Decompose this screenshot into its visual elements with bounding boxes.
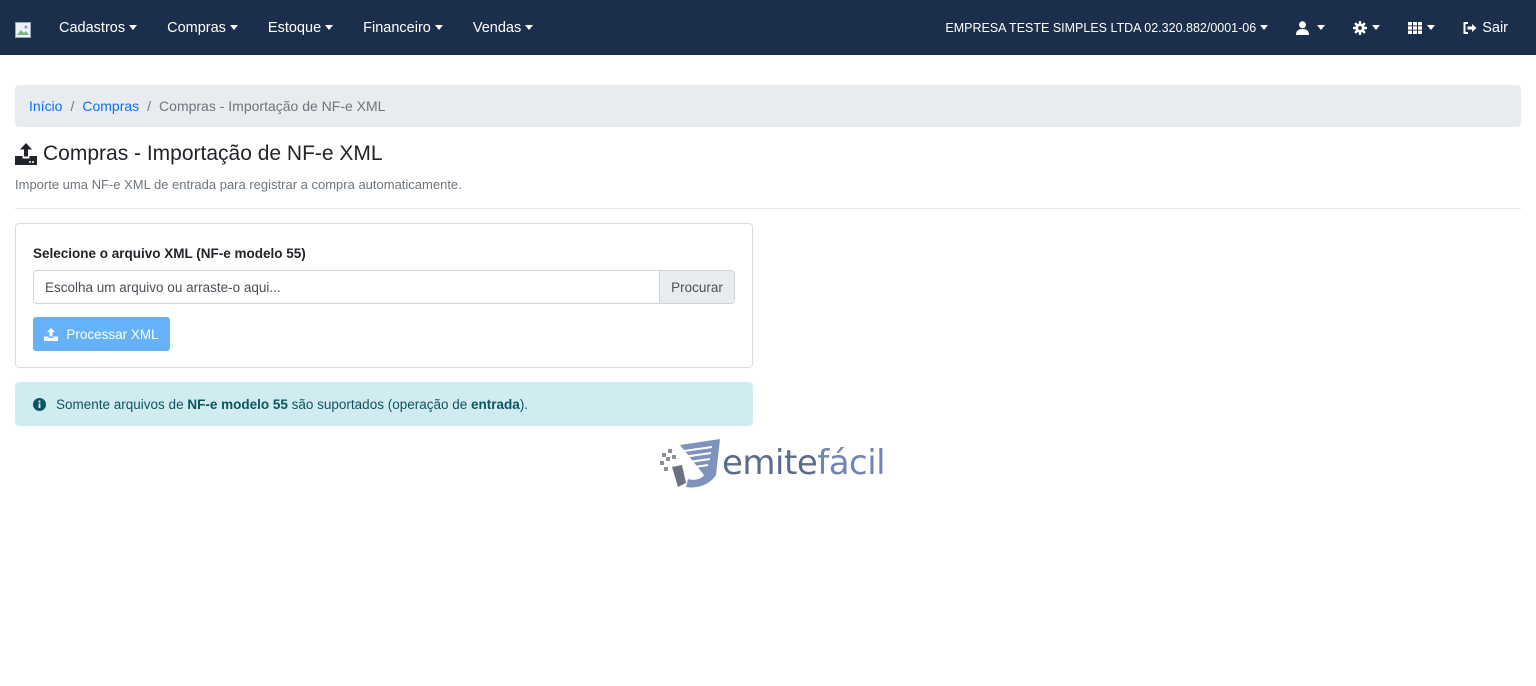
- info-alert: Somente arquivos de NF-e modelo 55 são s…: [15, 382, 753, 426]
- breadcrumb: Início / Compras / Compras - Importação …: [15, 85, 1521, 127]
- caret-down-icon: [1260, 25, 1269, 30]
- page-subtitle: Importe uma NF-e XML de entrada para reg…: [15, 177, 462, 192]
- info-circle-icon: [33, 397, 46, 411]
- top-navbar: Cadastros Compras Estoque Financeiro Ven…: [0, 0, 1536, 55]
- menu-estoque[interactable]: Estoque: [253, 0, 348, 55]
- menu-compras[interactable]: Compras: [152, 0, 253, 55]
- user-dropdown[interactable]: [1282, 0, 1339, 55]
- breadcrumb-separator: /: [147, 98, 152, 114]
- caret-down-icon: [325, 25, 334, 30]
- file-input-placeholder[interactable]: Escolha um arquivo ou arraste-o aqui...: [34, 271, 659, 303]
- breadcrumb-current: Compras - Importação de NF-e XML: [159, 98, 386, 114]
- process-xml-button[interactable]: Processar XML: [33, 317, 170, 351]
- menu-financeiro-label: Financeiro: [363, 19, 431, 36]
- alert-strong-operation: entrada: [471, 396, 520, 412]
- user-icon: [1296, 20, 1310, 35]
- divider: [15, 208, 1521, 209]
- menu-cadastros-label: Cadastros: [59, 19, 126, 36]
- caret-down-icon: [525, 25, 534, 30]
- company-name: EMPRESA TESTE SIMPLES LTDA 02.320.882/00…: [945, 20, 1257, 35]
- apps-grid-icon: [1408, 21, 1423, 34]
- logout-link[interactable]: Sair: [1449, 0, 1522, 55]
- user-menu: EMPRESA TESTE SIMPLES LTDA 02.320.882/00…: [931, 0, 1522, 55]
- settings-dropdown[interactable]: [1339, 0, 1394, 55]
- breadcrumb-compras[interactable]: Compras: [82, 98, 139, 114]
- alert-strong-model: NF-e modelo 55: [187, 396, 288, 412]
- logout-icon: [1463, 21, 1477, 34]
- logout-label: Sair: [1482, 19, 1508, 36]
- upload-icon: [44, 327, 59, 341]
- import-card: Selecione o arquivo XML (NF-e modelo 55)…: [15, 223, 753, 368]
- company-selector[interactable]: EMPRESA TESTE SIMPLES LTDA 02.320.882/00…: [931, 0, 1282, 55]
- emitefacil-wordmark: emitefácil: [722, 443, 886, 483]
- breadcrumb-inicio[interactable]: Início: [29, 98, 62, 114]
- emitefacil-logo: emitefácil: [660, 437, 886, 489]
- broken-image-icon[interactable]: [15, 22, 31, 38]
- page-title-text: Compras - Importação de NF-e XML: [43, 142, 383, 165]
- menu-cadastros[interactable]: Cadastros: [44, 0, 152, 55]
- file-upload-icon: [15, 143, 37, 165]
- breadcrumb-separator: /: [70, 98, 75, 114]
- xml-file-input[interactable]: Escolha um arquivo ou arraste-o aqui... …: [33, 270, 735, 304]
- alert-suffix: ).: [519, 396, 529, 412]
- file-field-label: Selecione o arquivo XML (NF-e modelo 55): [33, 246, 306, 261]
- menu-estoque-label: Estoque: [267, 19, 322, 36]
- caret-down-icon: [1427, 25, 1436, 30]
- gear-icon: [1353, 20, 1368, 35]
- caret-down-icon: [1317, 25, 1326, 30]
- logo-part-facil: fácil: [817, 443, 886, 483]
- main-menu: Cadastros Compras Estoque Financeiro Ven…: [44, 0, 548, 55]
- browse-button[interactable]: Procurar: [659, 271, 734, 303]
- alert-prefix: Somente arquivos de: [56, 396, 184, 412]
- page-title: Compras - Importação de NF-e XML: [15, 142, 383, 166]
- logo-part-emite: emite: [722, 443, 818, 483]
- caret-down-icon: [434, 25, 443, 30]
- menu-vendas-label: Vendas: [472, 19, 522, 36]
- caret-down-icon: [129, 25, 138, 30]
- menu-compras-label: Compras: [167, 19, 226, 36]
- caret-down-icon: [1372, 25, 1381, 30]
- process-xml-label: Processar XML: [66, 326, 159, 342]
- menu-vendas[interactable]: Vendas: [458, 0, 548, 55]
- alert-middle: são suportados (operação de: [291, 396, 468, 412]
- caret-down-icon: [229, 25, 238, 30]
- emitefacil-logo-icon: [660, 439, 720, 488]
- menu-financeiro[interactable]: Financeiro: [348, 0, 458, 55]
- apps-dropdown[interactable]: [1394, 0, 1449, 55]
- alert-text: Somente arquivos de NF-e modelo 55 são s…: [56, 397, 528, 412]
